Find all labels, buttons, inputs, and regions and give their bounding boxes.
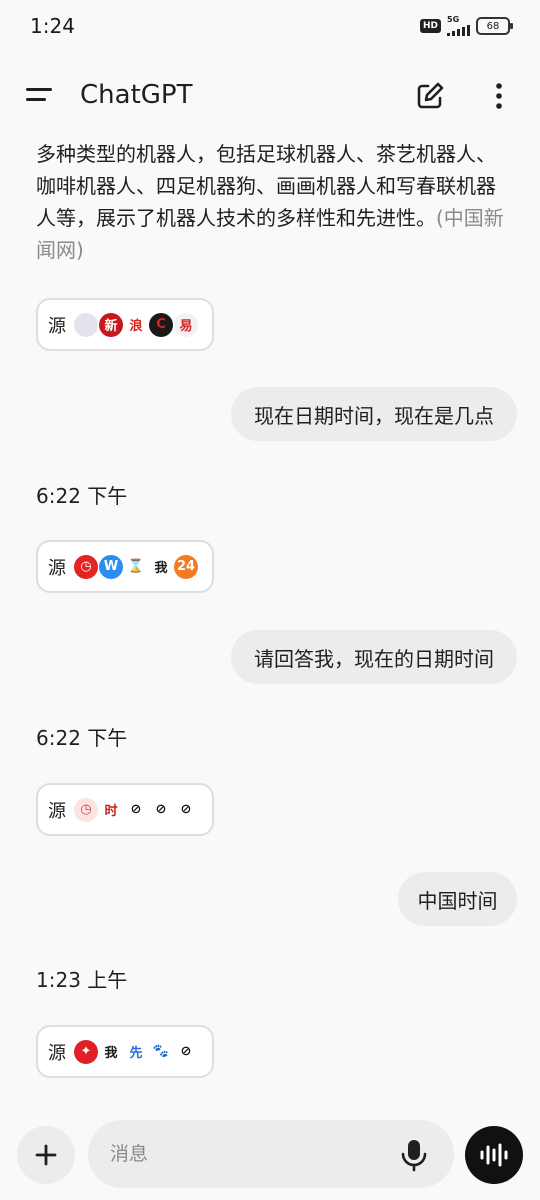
message-input-container[interactable] bbox=[88, 1120, 454, 1188]
assistant-reply-time: 6:22 下午 bbox=[36, 726, 128, 750]
favicon-netease-icon: 易 bbox=[174, 312, 198, 337]
favicon-blank-icon bbox=[74, 312, 98, 337]
sources-label: 源 bbox=[48, 1042, 66, 1064]
user-message-bubble: 请回答我，现在的日期时间 bbox=[231, 630, 517, 684]
status-time: 1:24 bbox=[30, 14, 75, 38]
favicon-chinanews-icon: 新 bbox=[99, 312, 123, 337]
sources-label: 源 bbox=[48, 557, 66, 579]
favicon-xian-icon: 先 bbox=[124, 1039, 148, 1064]
favicon-w-icon: W bbox=[99, 554, 123, 579]
status-icons: HD 5G 68 bbox=[419, 16, 513, 36]
user-message-bubble: 中国时间 bbox=[398, 872, 517, 926]
hd-icon: HD bbox=[419, 19, 441, 33]
user-message-text: 请回答我，现在的日期时间 bbox=[254, 646, 494, 671]
sources-button[interactable]: 源 ◷ W ⌛ 我 24 bbox=[36, 540, 214, 593]
network-type: 5G bbox=[447, 15, 460, 24]
status-bar: 1:24 HD 5G 68 bbox=[0, 0, 540, 52]
app-header: ChatGPT bbox=[0, 60, 540, 130]
sources-button[interactable]: 源 ◷ 时 ⊘ ⊘ ⊘ bbox=[36, 783, 214, 836]
assistant-reply-time: 1:23 上午 bbox=[36, 968, 128, 992]
favicon-shi-icon: 时 bbox=[99, 797, 123, 822]
favicon-wo-icon: 我 bbox=[149, 554, 173, 579]
battery-icon: 68 bbox=[476, 17, 513, 35]
signal-icon: 5G bbox=[447, 16, 470, 36]
favicon-24-icon: 24 bbox=[174, 554, 198, 579]
favicon-p3-icon: ⊘ bbox=[174, 797, 198, 822]
favicon-hourglass-icon: ⌛ bbox=[124, 554, 148, 579]
user-message-bubble: 现在日期时间，现在是几点 bbox=[231, 387, 517, 441]
favicon-p2-icon: ⊘ bbox=[149, 797, 173, 822]
composer bbox=[0, 1120, 540, 1190]
favicon-clock-icon: ◷ bbox=[74, 797, 98, 822]
hamburger-menu-icon[interactable] bbox=[22, 80, 58, 110]
sources-button[interactable]: 源 新浪C易 bbox=[36, 298, 214, 351]
user-message-text: 中国时间 bbox=[417, 888, 498, 913]
assistant-message: 多种类型的机器人，包括足球机器人、茶艺机器人、咖啡机器人、四足机器狗、画画机器人… bbox=[36, 138, 506, 266]
sources-label: 源 bbox=[48, 315, 66, 337]
favicon-maple-icon: ✦ bbox=[74, 1039, 98, 1064]
assistant-reply-time: 6:22 下午 bbox=[36, 484, 128, 508]
assistant-text: 多种类型的机器人，包括足球机器人、茶艺机器人、咖啡机器人、四足机器狗、画画机器人… bbox=[36, 142, 496, 230]
favicon-p1-icon: ⊘ bbox=[124, 797, 148, 822]
sources-label: 源 bbox=[48, 800, 66, 822]
favicon-sina-icon: 浪 bbox=[124, 312, 148, 337]
new-chat-edit-icon[interactable] bbox=[412, 78, 448, 114]
more-vertical-icon[interactable] bbox=[484, 78, 514, 114]
plus-icon[interactable] bbox=[17, 1126, 75, 1184]
microphone-icon[interactable] bbox=[398, 1138, 430, 1172]
sources-button[interactable]: 源 ✦ 我先 🐾 ⊘ bbox=[36, 1025, 214, 1078]
battery-level: 68 bbox=[486, 20, 500, 32]
favicon-wo-icon: 我 bbox=[99, 1039, 123, 1064]
voice-mode-icon[interactable] bbox=[465, 1126, 523, 1184]
favicon-red-clock-icon: ◷ bbox=[74, 554, 98, 579]
user-message-text: 现在日期时间，现在是几点 bbox=[254, 403, 494, 428]
app-title: ChatGPT bbox=[80, 80, 193, 110]
favicon-p4-icon: ⊘ bbox=[174, 1039, 198, 1064]
favicon-c-icon: C bbox=[149, 312, 173, 337]
favicon-baidu-icon: 🐾 bbox=[149, 1039, 173, 1064]
message-input[interactable] bbox=[110, 1138, 390, 1170]
